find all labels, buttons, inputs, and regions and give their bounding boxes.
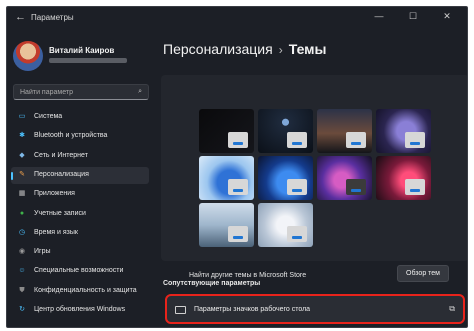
page-title: Темы (288, 41, 327, 57)
personalization-icon: ✎ (19, 170, 25, 178)
sidebar-item-5[interactable]: ▦ Приложения (11, 186, 149, 203)
back-arrow-icon[interactable]: ← (15, 11, 26, 23)
maximize-button[interactable]: ☐ (401, 11, 425, 22)
sidebar-item-6[interactable]: ● Учетные записи (11, 206, 149, 223)
title-bar: ← Параметры — ☐ ✕ (7, 7, 467, 29)
privacy-shield-icon: ⛊ (19, 286, 25, 294)
active-indicator (11, 171, 13, 180)
bluetooth-icon: ✱ (19, 132, 25, 140)
gaming-icon: ◉ (18, 248, 26, 256)
sidebar-item-1[interactable]: ▭ Система (11, 109, 149, 126)
time-language-icon: ◷ (18, 228, 26, 236)
theme-window-preview (287, 179, 307, 195)
sidebar-item-label: Учетные записи (34, 209, 86, 217)
theme-earth[interactable] (258, 109, 313, 153)
theme-bloom-light[interactable] (199, 156, 254, 200)
accounts-icon: ● (19, 209, 25, 217)
apps-icon: ▦ (18, 190, 26, 198)
breadcrumb: Персонализация › Темы (163, 41, 327, 57)
theme-window-preview (287, 132, 307, 148)
desktop-icon-settings-row[interactable]: Параметры значков рабочего стола ⧉ (165, 294, 465, 324)
theme-night-landscape[interactable] (317, 109, 372, 153)
related-settings-heading: Сопутствующие параметры (163, 280, 261, 287)
sidebar-item-label: Персонализация (34, 170, 89, 178)
external-link-icon: ⧉ (449, 304, 455, 313)
minimize-button[interactable]: — (367, 11, 391, 21)
sidebar-item-10[interactable]: ⛊ Конфиденциальность и защита (11, 283, 149, 300)
sidebar-item-label: Специальные возможности (34, 267, 124, 275)
search-box[interactable]: ⌕ (13, 84, 149, 100)
search-icon[interactable]: ⌕ (138, 88, 142, 96)
avatar[interactable] (13, 41, 43, 71)
sidebar-item-9[interactable]: ☺ Специальные возможности (11, 263, 149, 280)
theme-dark-black[interactable] (199, 109, 254, 153)
theme-glow-purple[interactable] (376, 109, 431, 153)
theme-window-preview (346, 179, 366, 195)
windows-update-icon: ↻ (19, 306, 25, 313)
themes-panel: Найти другие темы в Microsoft Store Обзо… (161, 75, 467, 282)
window-title: Параметры (31, 13, 74, 22)
desktop-icon-settings-label: Параметры значков рабочего стола (194, 306, 311, 313)
sidebar-item-7[interactable]: ◷ Время и язык (11, 225, 149, 242)
close-button[interactable]: ✕ (435, 11, 459, 22)
theme-bloom-dark[interactable] (258, 156, 313, 200)
browse-themes-button[interactable]: Обзор тем (397, 265, 449, 282)
user-name: Виталий Каиров (49, 46, 115, 55)
breadcrumb-parent[interactable]: Персонализация (163, 41, 273, 57)
theme-window-preview (346, 132, 366, 148)
theme-window-preview (228, 132, 248, 148)
search-input[interactable] (20, 87, 132, 98)
theme-window-preview (405, 179, 425, 195)
settings-window: ← Параметры — ☐ ✕ Виталий Каиров ⌕ ▭ Сист… (6, 6, 468, 328)
accessibility-icon: ☺ (18, 267, 26, 275)
system-icon: ▭ (18, 113, 26, 120)
theme-sunrise-lake[interactable] (199, 203, 254, 247)
theme-window-preview (228, 179, 248, 195)
theme-flow[interactable] (376, 156, 431, 200)
sidebar-item-4[interactable]: ✎ Персонализация (11, 166, 149, 184)
theme-window-preview (405, 132, 425, 148)
sidebar-item-label: Bluetooth и устройства (34, 132, 108, 140)
breadcrumb-separator-icon: › (278, 43, 283, 57)
network-icon: ◆ (19, 151, 25, 159)
main-content: Персонализация › Темы Найти другие темы в … (155, 29, 467, 327)
theme-window-preview (228, 226, 248, 242)
store-label: Найти другие темы в Microsoft Store (189, 272, 307, 279)
sidebar-item-3[interactable]: ◆ Сеть и Интернет (11, 148, 149, 165)
sidebar-item-label: Игры (34, 248, 51, 256)
sidebar-item-2[interactable]: ✱ Bluetooth и устройства (11, 128, 149, 145)
sidebar-item-label: Приложения (34, 190, 75, 198)
user-email-redacted (49, 58, 127, 63)
monitor-icon (175, 306, 186, 314)
theme-captured-motion[interactable] (317, 156, 372, 200)
theme-window-preview (287, 226, 307, 242)
sidebar-item-label: Время и язык (34, 228, 78, 236)
sidebar-item-label: Конфиденциальность и защита (34, 286, 137, 294)
sidebar-item-label: Сеть и Интернет (34, 151, 88, 159)
sidebar-item-label: Система (34, 113, 63, 120)
theme-glow-light[interactable] (258, 203, 313, 247)
sidebar-item-11[interactable]: ↻ Центр обновления Windows (11, 302, 149, 319)
sidebar: Виталий Каиров ⌕ ▭ Система ✱ Bluetooth и ус… (7, 29, 155, 327)
sidebar-item-label: Центр обновления Windows (34, 306, 126, 313)
sidebar-item-8[interactable]: ◉ Игры (11, 244, 149, 261)
